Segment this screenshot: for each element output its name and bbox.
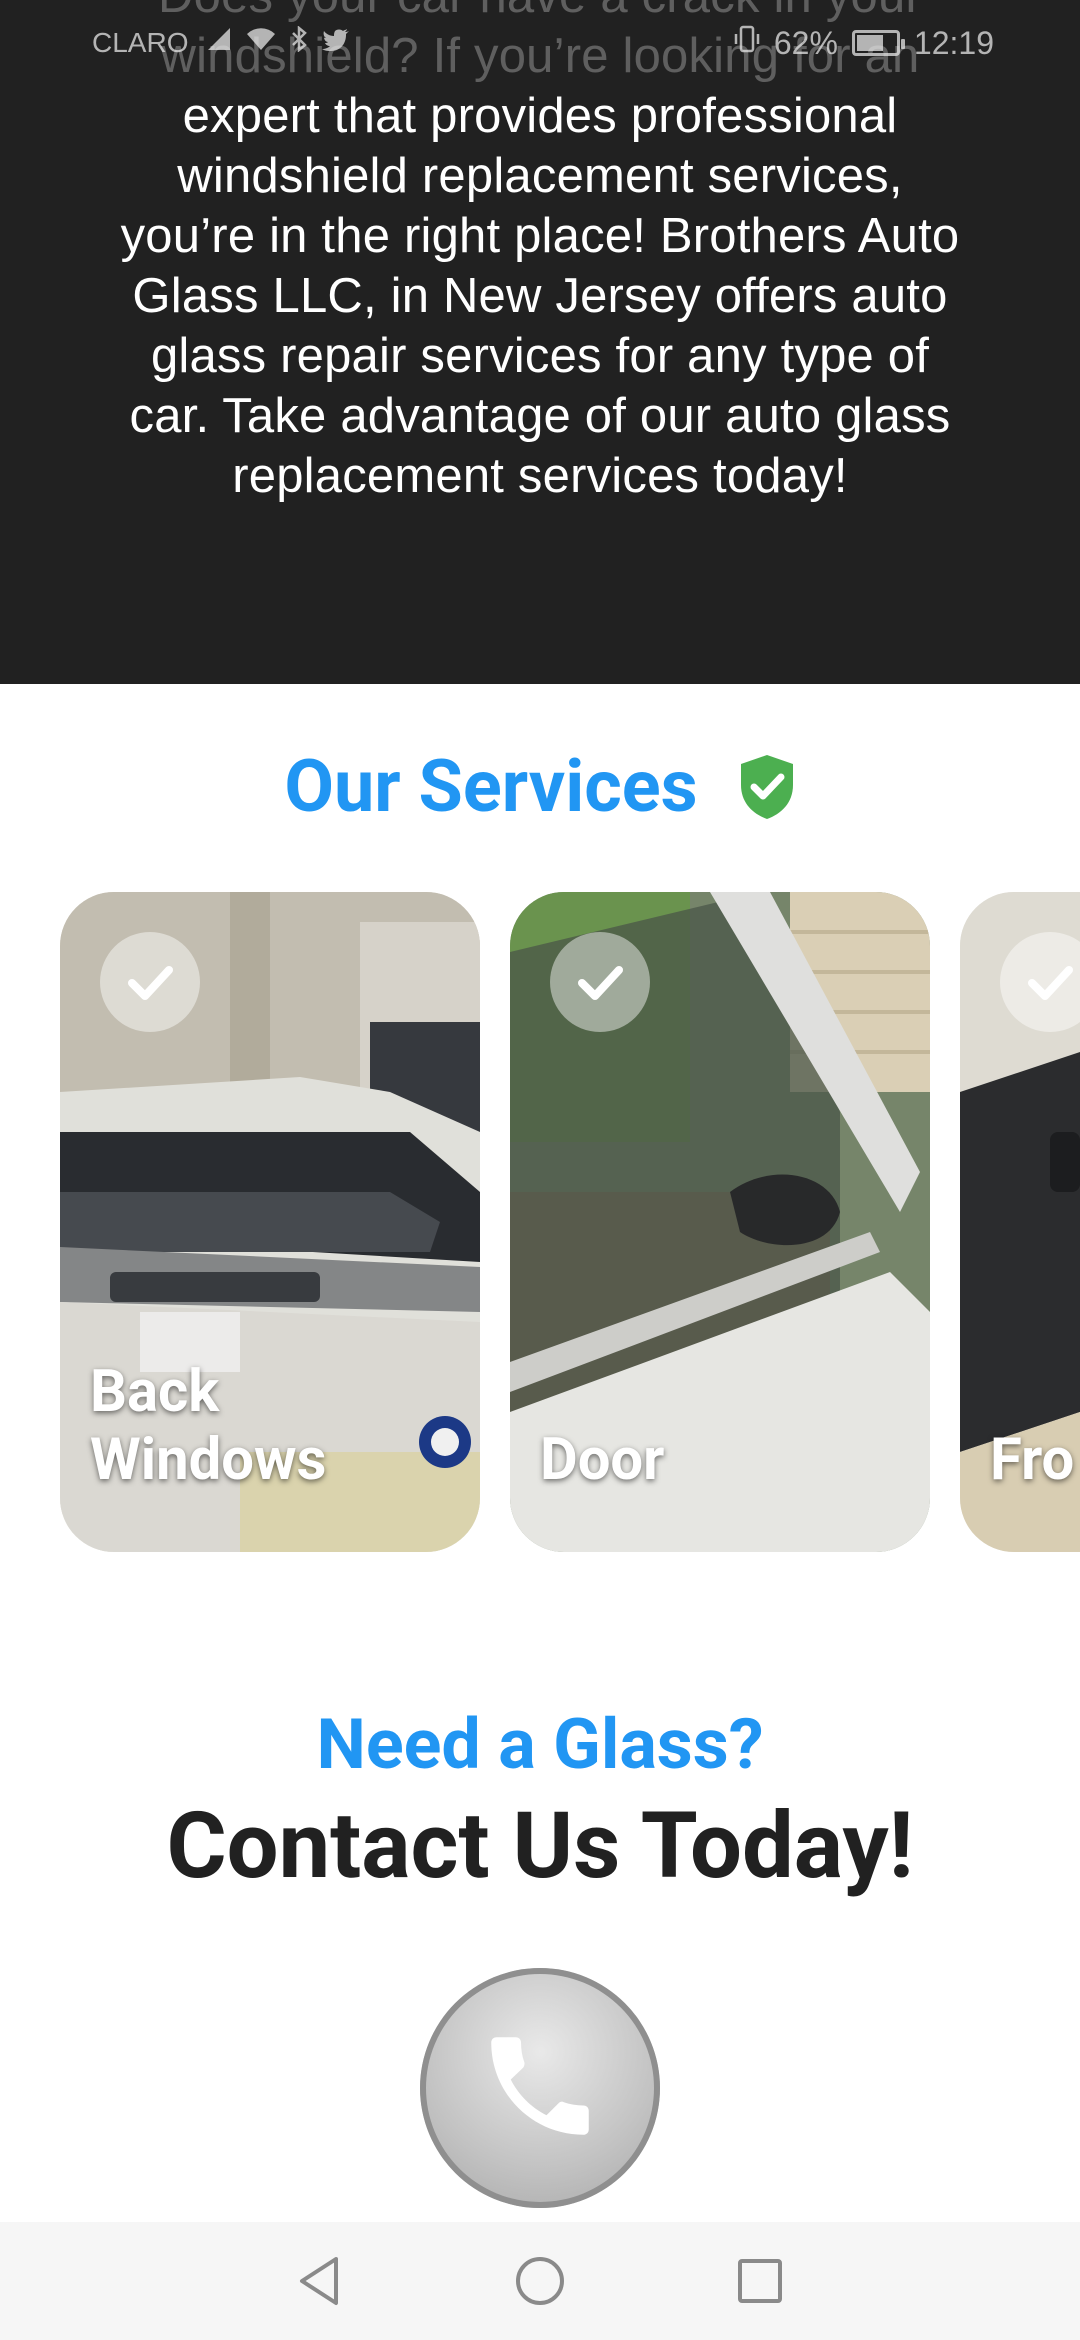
status-left: CLARO	[92, 25, 350, 59]
wifi-icon	[246, 26, 276, 59]
check-icon	[550, 932, 650, 1032]
service-card-front[interactable]: Fro	[960, 892, 1080, 1552]
service-card-back-windows[interactable]: Back Windows	[60, 892, 480, 1552]
clock: 12:19	[913, 24, 994, 61]
shield-check-icon	[738, 753, 796, 821]
services-title: Our Services	[284, 744, 698, 829]
bluetooth-icon	[290, 25, 308, 59]
vibrate-icon	[734, 24, 760, 62]
service-label: Fro	[990, 1426, 1075, 1494]
service-label: Back Windows	[90, 1358, 327, 1494]
service-card-door[interactable]: Door	[510, 892, 930, 1552]
signal-icon	[206, 26, 232, 59]
twitter-icon	[322, 27, 350, 59]
check-icon	[100, 932, 200, 1032]
home-icon[interactable]	[514, 2255, 566, 2307]
status-icons-left	[206, 25, 350, 59]
hero-section: Does your car have a crack in your winds…	[0, 0, 1080, 684]
status-bar: CLARO 62% 12:19	[0, 0, 1080, 84]
services-carousel[interactable]: Back Windows Door Fro	[0, 892, 1080, 1552]
contact-title: Contact Us Today!	[166, 1793, 914, 1900]
call-button[interactable]	[420, 1968, 660, 2208]
system-nav-bar	[0, 2222, 1080, 2340]
battery-fill	[856, 35, 883, 51]
status-right: 62% 12:19	[734, 24, 994, 62]
contact-subtitle: Need a Glass?	[316, 1704, 764, 1786]
back-icon[interactable]	[296, 2255, 344, 2307]
battery-percent: 62%	[773, 24, 838, 61]
phone-icon	[475, 2021, 605, 2155]
battery-icon	[851, 30, 905, 56]
carrier-label: CLARO	[92, 26, 189, 58]
services-heading: Our Services	[0, 742, 1080, 832]
recents-icon[interactable]	[736, 2257, 784, 2305]
service-label: Door	[540, 1426, 665, 1494]
